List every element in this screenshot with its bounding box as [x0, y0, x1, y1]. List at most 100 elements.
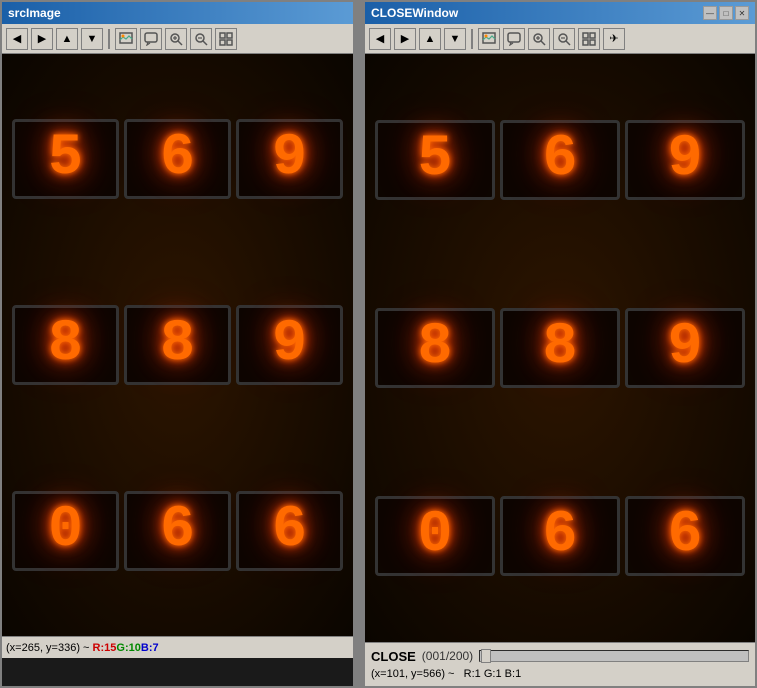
coord-status-right: (x=101, y=566) ~ R:1 G:1 B:1: [371, 668, 749, 684]
digit-char-left-r2-2: 8: [160, 316, 195, 374]
toolbar-zoom-out-btn-right[interactable]: [553, 28, 575, 50]
digit-char-right-r3-3: 6: [668, 507, 703, 565]
digit-char-right-r2-2: 8: [543, 319, 578, 377]
r-val-left: 15: [104, 642, 116, 654]
digit-row-3-left: 0 6 6: [12, 491, 343, 571]
g-val-left: 10: [129, 642, 141, 654]
coord-right: (x=101, y=566) ~: [371, 668, 454, 680]
digit-8a-right: 8: [375, 308, 495, 388]
digit-8b-left: 8: [124, 305, 231, 385]
digit-6-left: 6: [124, 119, 231, 199]
digit-char-left-r2-1: 8: [48, 316, 83, 374]
toolbar-fit-btn-right[interactable]: [578, 28, 600, 50]
g-val-right: 1: [495, 668, 501, 680]
digit-6-right: 6: [500, 120, 620, 200]
progress-slider[interactable]: [479, 650, 749, 662]
window-close: CLOSEWindow — □ ✕ ◀ ▶ ▲ ▼: [363, 0, 757, 688]
toolbar-up-btn-left[interactable]: ▲: [56, 28, 78, 50]
toolbar-image-btn-right[interactable]: [478, 28, 500, 50]
title-bar-btns-right: — □ ✕: [703, 6, 749, 20]
digit-9b-right: 9: [625, 308, 745, 388]
digit-row-2-left: 8 8 9: [12, 305, 343, 385]
toolbar-right: ◀ ▶ ▲ ▼ ✈: [365, 24, 755, 54]
separator-left-1: [108, 29, 110, 49]
status-bar-left: (x=265, y=336) ~ R:15 G:10 B:7: [2, 636, 353, 658]
digit-6b-left: 6: [236, 491, 343, 571]
digit-row-2-right: 8 8 9: [375, 308, 745, 388]
toolbar-down-btn-left[interactable]: ▼: [81, 28, 103, 50]
digit-8b-right: 8: [500, 308, 620, 388]
digit-char-right-r3-2: 6: [543, 507, 578, 565]
toolbar-up-btn-right[interactable]: ▲: [419, 28, 441, 50]
toolbar-image-btn-left[interactable]: [115, 28, 137, 50]
digit-9b-left: 9: [236, 305, 343, 385]
digit-row-1-right: 5 6 9: [375, 120, 745, 200]
digit-char-right-r1-2: 6: [543, 131, 578, 189]
digit-6a-right: 6: [500, 496, 620, 576]
title-bar-right: CLOSEWindow — □ ✕: [365, 2, 755, 24]
digit-6b-right: 6: [625, 496, 745, 576]
toolbar-zoom-in-btn-left[interactable]: [165, 28, 187, 50]
toolbar-zoom-out-btn-left[interactable]: [190, 28, 212, 50]
toolbar-zoom-in-btn-right[interactable]: [528, 28, 550, 50]
image-area-left: 5 6 9 8 8: [2, 54, 353, 636]
toolbar-back-btn-left[interactable]: ◀: [6, 28, 28, 50]
toolbar-back-btn-right[interactable]: ◀: [369, 28, 391, 50]
separator-right-1: [471, 29, 473, 49]
r-label-left: R:: [93, 642, 105, 654]
digit-row-1-left: 5 6 9: [12, 119, 343, 199]
digit-char-right-r1-1: 5: [418, 131, 453, 189]
black-bar-left: [2, 658, 353, 686]
g-label-left: G:: [116, 642, 128, 654]
digit-char-left-r1-2: 6: [160, 130, 195, 188]
digit-char-left-r1-1: 5: [48, 130, 83, 188]
toolbar-comment-btn-right[interactable]: [503, 28, 525, 50]
toolbar-down-btn-right[interactable]: ▼: [444, 28, 466, 50]
digit-char-left-r3-2: 6: [160, 502, 195, 560]
digit-8a-left: 8: [12, 305, 119, 385]
digit-row-3-right: 0 6 6: [375, 496, 745, 576]
b-val-right: 1: [515, 668, 521, 680]
image-area-right: 5 6 9 8 8: [365, 54, 755, 642]
toolbar-fit-btn-left[interactable]: [215, 28, 237, 50]
r-label-right: R:: [464, 668, 475, 680]
b-label-left: B:: [141, 642, 153, 654]
digit-char-left-r1-3: 9: [272, 130, 307, 188]
digit-5-right: 5: [375, 120, 495, 200]
digit-char-left-r3-1: 0: [48, 502, 83, 560]
b-val-left: 7: [153, 642, 159, 654]
bottom-bar-right: CLOSE (001/200) (x=101, y=566) ~ R:1 G:1…: [365, 642, 755, 686]
window-src-image: srcImage ◀ ▶ ▲ ▼: [0, 0, 355, 688]
digit-char-right-r2-1: 8: [418, 319, 453, 377]
coord-left: (x=265, y=336) ~: [6, 642, 89, 654]
r-val-right: 1: [475, 668, 481, 680]
digit-9-left: 9: [236, 119, 343, 199]
digit-char-right-r3-1: 0: [418, 507, 453, 565]
toolbar-forward-btn-left[interactable]: ▶: [31, 28, 53, 50]
digit-char-right-r2-3: 9: [668, 319, 703, 377]
desktop: srcImage ◀ ▶ ▲ ▼: [0, 0, 757, 688]
digit-9-right: 9: [625, 120, 745, 200]
seg-display-left: 5 6 9 8 8: [2, 54, 353, 636]
toolbar-forward-btn-right[interactable]: ▶: [394, 28, 416, 50]
title-left: srcImage: [8, 6, 61, 20]
frame-info: (001/200): [422, 649, 473, 663]
toolbar-comment-btn-left[interactable]: [140, 28, 162, 50]
close-row: CLOSE (001/200): [371, 645, 749, 667]
digit-char-left-r2-3: 9: [272, 316, 307, 374]
toolbar-nav-btn-right[interactable]: ✈: [603, 28, 625, 50]
maximize-btn[interactable]: □: [719, 6, 733, 20]
title-right: CLOSEWindow: [371, 6, 458, 20]
close-label: CLOSE: [371, 649, 416, 664]
digit-0-left: 0: [12, 491, 119, 571]
close-window-btn[interactable]: ✕: [735, 6, 749, 20]
g-label-right: G:: [484, 668, 496, 680]
minimize-btn[interactable]: —: [703, 6, 717, 20]
seg-display-right: 5 6 9 8 8: [365, 54, 755, 642]
b-label-right: B:: [505, 668, 515, 680]
digit-5-left: 5: [12, 119, 119, 199]
digit-6a-left: 6: [124, 491, 231, 571]
digit-char-right-r1-3: 9: [668, 131, 703, 189]
digit-char-left-r3-3: 6: [272, 502, 307, 560]
digit-0-right: 0: [375, 496, 495, 576]
